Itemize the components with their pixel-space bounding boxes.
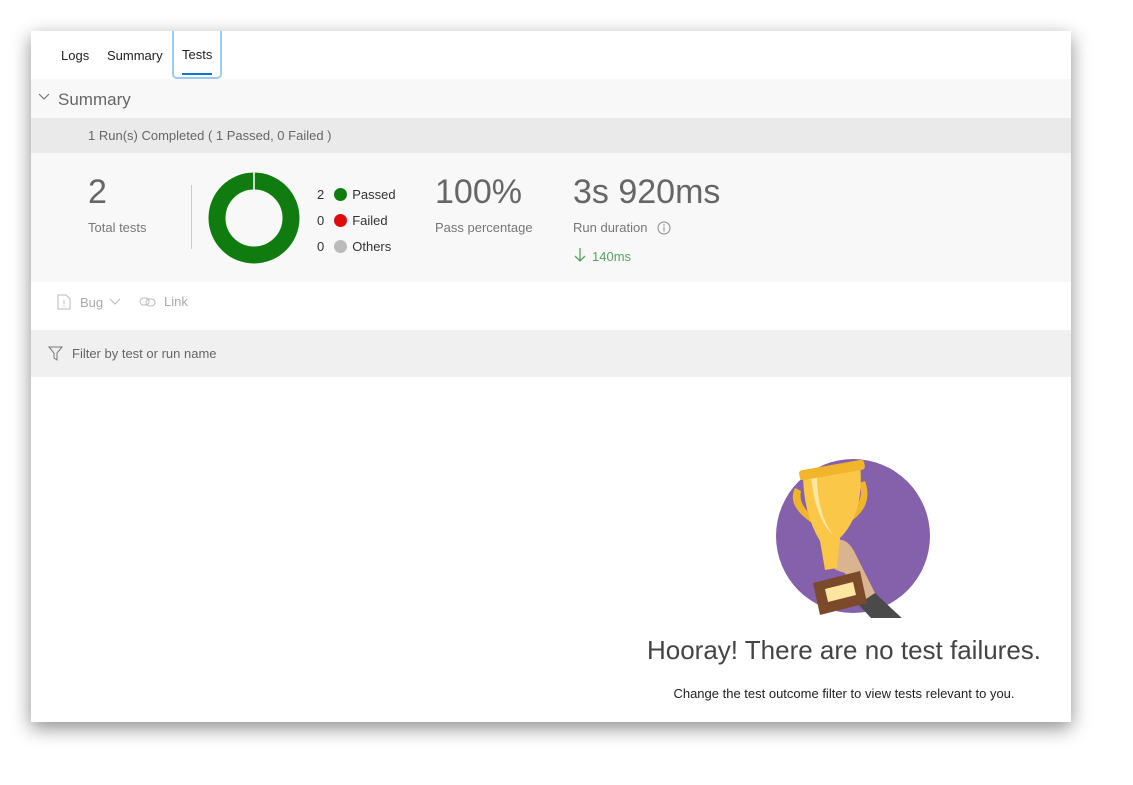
donut-passed-segment	[208, 172, 300, 264]
stats-panel: 2 Total tests 2 Passed 0 Failed 0 Others 10…	[31, 153, 1071, 282]
test-results-panel: Logs Summary Tests Summary 1 Run(s) Comp…	[31, 31, 1071, 722]
tab-logs[interactable]: Logs	[61, 31, 89, 79]
failed-label: Failed	[352, 212, 388, 228]
tab-tests-label: Tests	[182, 47, 213, 62]
pass-percentage-label: Pass percentage	[435, 220, 533, 235]
toolbar: Bug Link	[31, 282, 1071, 330]
run-status: 1 Run(s) Completed ( 1 Passed, 0 Failed …	[31, 118, 1071, 153]
others-dot-icon	[334, 239, 348, 253]
divider	[191, 185, 192, 249]
summary-section-header[interactable]: Summary	[31, 79, 1071, 118]
link-icon	[139, 297, 156, 306]
tab-bar: Logs Summary Tests	[31, 31, 1071, 79]
empty-state-title: Hooray! There are no test failures.	[646, 635, 1042, 665]
bug-button[interactable]: Bug	[57, 294, 121, 310]
others-label: Others	[352, 238, 392, 254]
filter-bar[interactable]: Filter by test or run name	[31, 330, 1071, 377]
filter-icon	[48, 346, 63, 361]
info-icon[interactable]	[657, 221, 671, 235]
outcome-legend: 2 Passed 0 Failed 0 Others	[317, 185, 396, 255]
run-duration-value: 3s 920ms	[573, 173, 721, 211]
passed-count: 2	[317, 186, 325, 202]
run-duration-label: Run duration	[573, 220, 648, 235]
failed-count: 0	[317, 212, 325, 228]
duration-delta: 140ms	[592, 249, 632, 264]
trophy-illustration	[776, 459, 930, 618]
legend-others: 0 Others	[317, 237, 396, 255]
link-button[interactable]: Link	[139, 294, 188, 309]
passed-label: Passed	[352, 186, 396, 202]
total-tests-label: Total tests	[88, 220, 147, 235]
arrow-down-icon	[574, 248, 586, 262]
chevron-down-icon	[109, 298, 121, 305]
legend-failed: 0 Failed	[317, 211, 396, 229]
others-count: 0	[317, 238, 325, 254]
filter-input[interactable]: Filter by test or run name	[72, 346, 217, 361]
summary-title: Summary	[58, 90, 131, 109]
failed-dot-icon	[334, 213, 348, 227]
tab-summary[interactable]: Summary	[107, 31, 163, 79]
empty-state-subtitle: Change the test outcome filter to view t…	[673, 686, 1015, 701]
outcome-donut-chart	[208, 172, 300, 264]
total-tests-value: 2	[88, 173, 107, 211]
bug-report-icon	[57, 294, 71, 310]
legend-passed: 2 Passed	[317, 185, 396, 203]
link-label: Link	[164, 294, 188, 309]
chevron-down-icon	[38, 93, 50, 100]
tab-tests[interactable]: Tests	[172, 31, 223, 79]
passed-dot-icon	[334, 187, 348, 201]
bug-label: Bug	[80, 294, 104, 310]
pass-percentage-value: 100%	[435, 173, 522, 211]
